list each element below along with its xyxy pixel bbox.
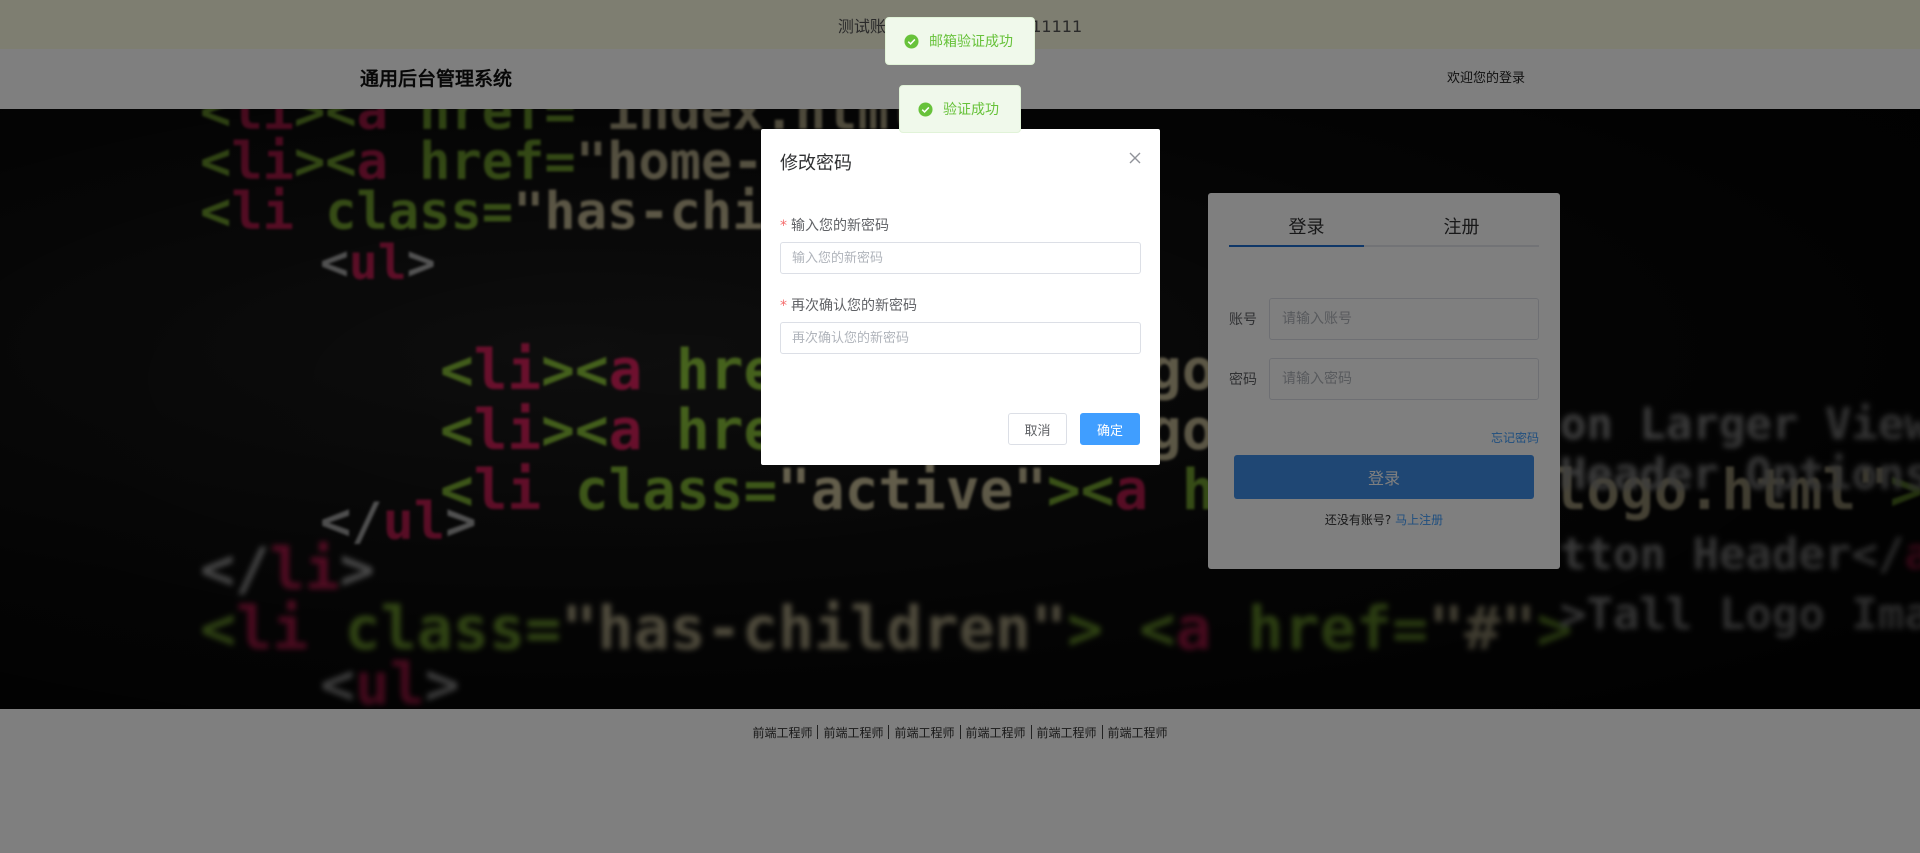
confirm-button[interactable]: 确定	[1080, 413, 1140, 445]
new-password-label: * 输入您的新密码	[780, 215, 889, 235]
confirm-password-label-text: 再次确认您的新密码	[791, 298, 917, 314]
required-mark: *	[780, 298, 787, 314]
toast-text: 邮箱验证成功	[929, 34, 1013, 50]
toast-verified: 验证成功	[899, 85, 1021, 133]
confirm-password-input[interactable]	[780, 322, 1141, 354]
change-password-dialog: 修改密码 * 输入您的新密码 * 再次确认您的新密码 取消 确定	[761, 129, 1160, 465]
dialog-title: 修改密码	[780, 153, 852, 174]
new-password-label-text: 输入您的新密码	[791, 218, 889, 234]
confirm-password-label: * 再次确认您的新密码	[780, 295, 917, 315]
close-icon[interactable]	[1128, 151, 1142, 165]
page: 测试账号：admin 密码：111111 通用后台管理系统 欢迎您的登录 <li…	[0, 0, 1920, 853]
success-check-icon	[918, 101, 933, 117]
required-mark: *	[780, 218, 787, 234]
toast-email-verified: 邮箱验证成功	[885, 17, 1035, 65]
success-check-icon	[904, 33, 919, 49]
cancel-button[interactable]: 取消	[1008, 413, 1067, 445]
toast-text: 验证成功	[943, 102, 999, 118]
new-password-input[interactable]	[780, 242, 1141, 274]
